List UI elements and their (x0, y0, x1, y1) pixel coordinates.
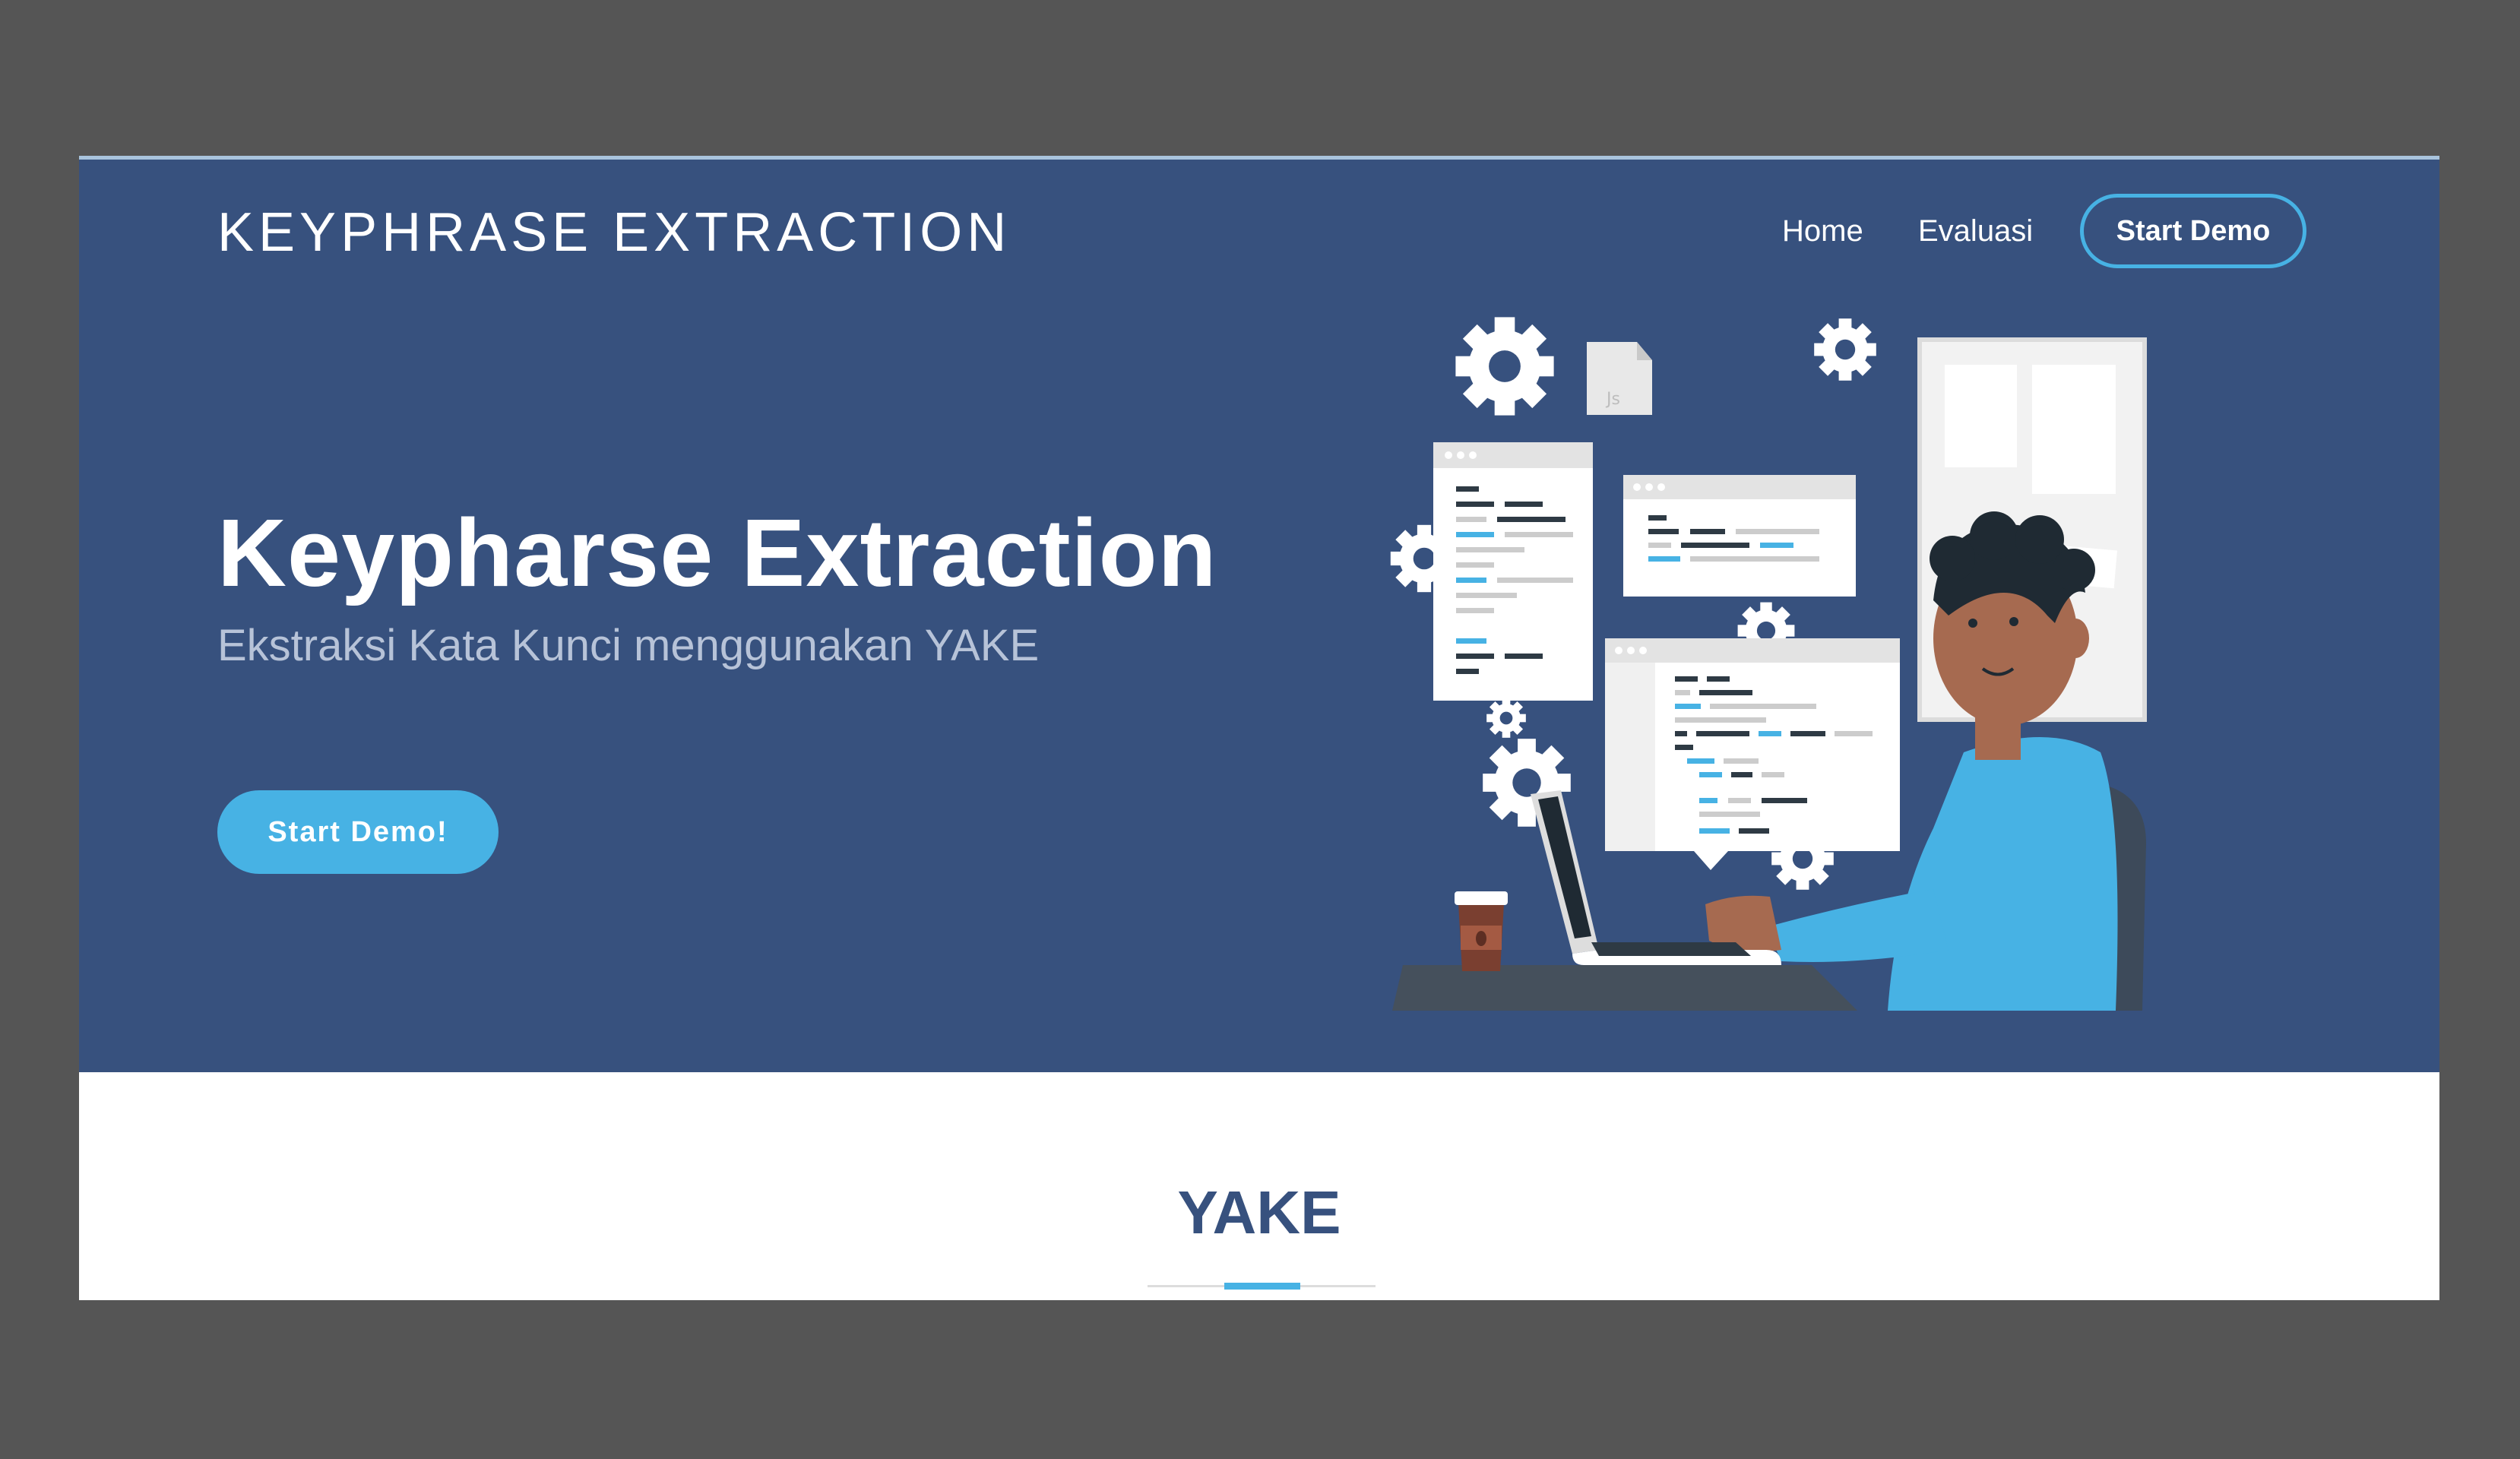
gear-icon (1455, 317, 1554, 416)
code-window (1623, 475, 1856, 597)
hero-section: KEYPHRASE EXTRACTION Home Evaluasi Start… (79, 156, 2439, 1072)
gear-icon (1814, 318, 1876, 381)
hero-title: Keypharse Extraction (217, 499, 1217, 606)
developer-illustration: Js (1390, 317, 2147, 1011)
start-demo-nav-button[interactable]: Start Demo (2080, 194, 2306, 268)
site-brand[interactable]: KEYPHRASE EXTRACTION (217, 201, 1011, 264)
hero-subtitle: Ekstraksi Kata Kunci menggunakan YAKE (217, 621, 1040, 670)
coffee-cup (1455, 891, 1508, 971)
js-file-label: Js (1605, 390, 1620, 409)
js-file-icon: Js (1587, 342, 1652, 415)
section-title-accent (1224, 1283, 1300, 1290)
section-title: YAKE (1177, 1179, 1341, 1246)
nav-link-evaluasi[interactable]: Evaluasi (1918, 214, 2033, 248)
nav-link-home[interactable]: Home (1782, 214, 1863, 248)
code-window (1433, 442, 1593, 701)
gear-icon (1486, 698, 1526, 738)
code-window (1605, 638, 1900, 870)
desk (1392, 965, 1857, 1011)
start-demo-hero-button[interactable]: Start Demo! (217, 790, 499, 874)
browser-viewport: KEYPHRASE EXTRACTION Home Evaluasi Start… (79, 156, 2439, 1300)
